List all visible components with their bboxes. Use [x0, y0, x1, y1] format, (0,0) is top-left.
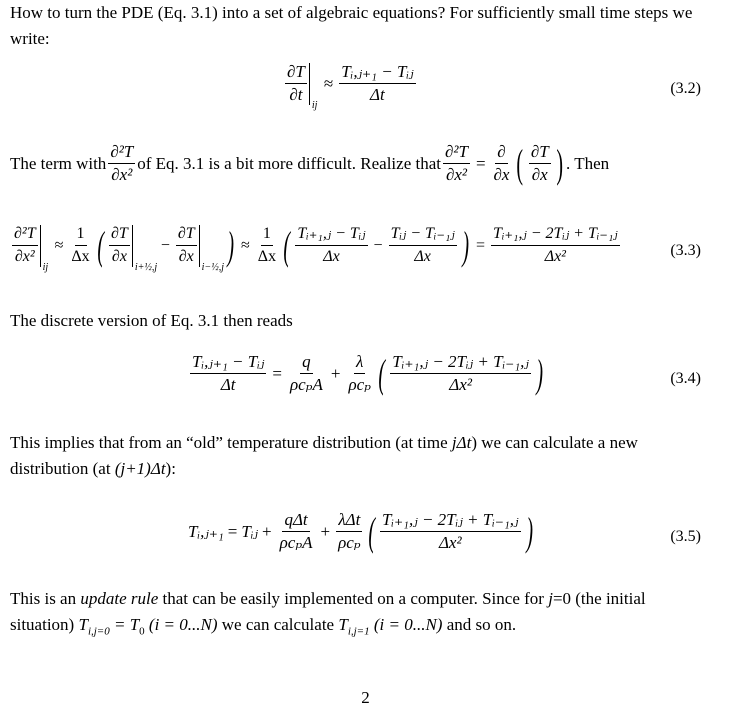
equation-number: (3.3) — [670, 242, 701, 259]
paragraph-discrete: The discrete version of Eq. 3.1 then rea… — [10, 311, 293, 330]
page-number: 2 — [361, 688, 370, 707]
inline2-d: ∂ ∂x — [493, 142, 510, 184]
inline-second-derivative: ∂²T ∂x² — [108, 142, 136, 184]
paragraph-second-derivative: The term with ∂²T ∂x² of Eq. 3.1 is a bit… — [10, 140, 610, 186]
eq32-lhs: ∂T ∂t — [285, 62, 307, 104]
equation-number: (3.4) — [670, 370, 701, 387]
eq32-rhs: Tᵢ,ⱼ₊₁ − Tᵢⱼ Δt — [339, 62, 416, 104]
equation-3-3: ∂²T ∂x² ij ≈ 1 Δx ( ∂T ∂x i+½,j − ∂T ∂x i−½,… — [12, 222, 701, 273]
equation-3-2: ∂T ∂t ij ≈ Tᵢ,ⱼ₊₁ − Tᵢⱼ Δt (3.2) — [285, 62, 701, 111]
paragraph-old-distribution: This implies that from an “old” temperat… — [10, 433, 638, 478]
emphasis-update-rule: update rule — [80, 589, 159, 608]
equation-number: (3.5) — [670, 528, 701, 545]
paragraph-update-rule: This is an update rule that can be easil… — [10, 589, 646, 638]
evaluation-bar: ij — [308, 62, 317, 111]
inline2-inner: ∂T ∂x — [528, 142, 551, 184]
paragraph-intro: How to turn the PDE (Eq. 3.1) into a set… — [10, 3, 693, 48]
equation-number: (3.2) — [670, 80, 701, 97]
equation-3-5: Tᵢ,ⱼ₊₁ = Tᵢⱼ + qΔt ρcₚA + λΔt ρcₚ ( Tᵢ₊₁,ⱼ… — [188, 508, 701, 554]
inline2-lhs: ∂²T ∂x² — [442, 142, 470, 184]
equation-3-4: Tᵢ,ⱼ₊₁ − Tᵢⱼ Δt = q ρcₚA + λ ρcₚ ( Tᵢ₊₁,ⱼ −… — [190, 350, 701, 396]
